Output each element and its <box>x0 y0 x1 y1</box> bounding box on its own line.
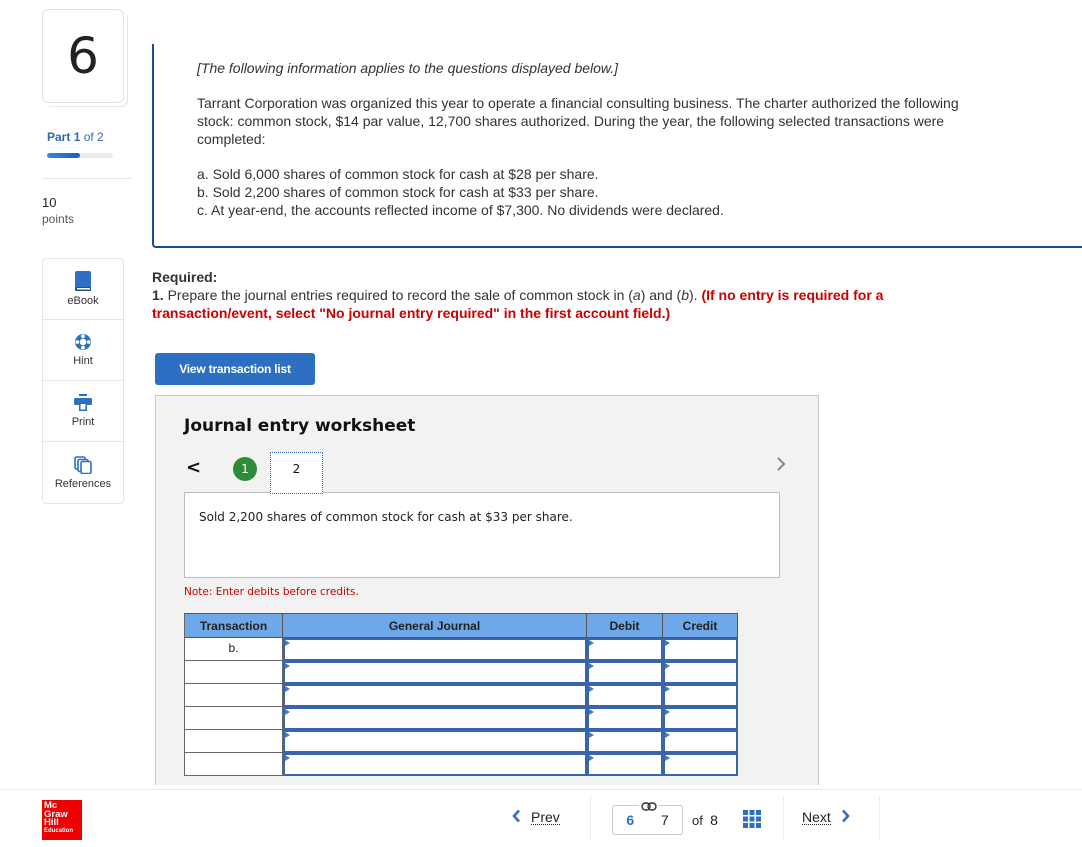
part-progress-fill <box>47 153 80 158</box>
credit-input[interactable] <box>663 730 738 753</box>
required-section: Required: 1. Prepare the journal entries… <box>152 268 992 322</box>
question-number: 6 <box>67 27 99 85</box>
footer-divider <box>0 789 1082 790</box>
points-value: 10 <box>42 195 57 210</box>
table-header-row: Transaction General Journal Debit Credit <box>184 613 738 638</box>
next-page-number: 7 <box>660 812 669 828</box>
link-icon <box>639 798 659 816</box>
transaction-cell <box>184 753 283 776</box>
next-label: Next <box>802 809 831 825</box>
transaction-cell <box>184 707 283 730</box>
question-number-card: 6 <box>42 9 124 103</box>
table-row <box>184 661 738 684</box>
problem-intro: [The following information applies to th… <box>152 44 1082 248</box>
account-input[interactable] <box>283 753 587 776</box>
part-of: of 2 <box>83 130 104 144</box>
general-journal-table: Transaction General Journal Debit Credit… <box>184 613 738 776</box>
col-general-journal: General Journal <box>283 613 587 638</box>
worksheet-title: Journal entry worksheet <box>184 416 416 436</box>
chevron-left-icon <box>512 809 521 826</box>
table-row <box>184 730 738 753</box>
step-1-button[interactable]: 1 <box>233 457 257 481</box>
prev-label: Prev <box>531 809 560 825</box>
hint-button[interactable]: Hint <box>43 320 123 381</box>
transaction-item: a. Sold 6,000 shares of common stock for… <box>197 166 599 182</box>
footer-separator <box>879 796 880 840</box>
required-instruction: 1. Prepare the journal entries required … <box>152 287 884 321</box>
credit-input[interactable] <box>663 661 738 684</box>
chevron-right-icon <box>841 809 850 826</box>
view-transaction-list-button[interactable]: View transaction list <box>155 353 315 385</box>
ebook-button[interactable]: eBook <box>43 259 123 320</box>
transaction-list: a. Sold 6,000 shares of common stock for… <box>197 165 997 219</box>
intro-paragraph: Tarrant Corporation was organized this y… <box>197 95 959 147</box>
chevron-left-icon: < <box>186 457 202 478</box>
debit-credit-note: Note: Enter debits before credits. <box>184 586 359 598</box>
ebook-label: eBook <box>67 295 99 307</box>
account-input[interactable] <box>283 730 587 753</box>
grid-icon[interactable] <box>743 810 761 833</box>
chevron-right-icon <box>776 457 786 476</box>
part-prefix: Part 1 <box>47 130 81 144</box>
points-block: 10 points <box>42 195 74 227</box>
credit-input[interactable] <box>663 753 738 776</box>
transaction-cell: b. <box>184 638 283 661</box>
copies-icon <box>74 455 92 474</box>
print-label: Print <box>71 416 95 428</box>
book-icon <box>74 271 92 291</box>
worksheet-next-button[interactable] <box>776 456 786 477</box>
transaction-item: b. Sold 2,200 shares of common stock for… <box>197 184 599 200</box>
footer-separator <box>590 796 591 840</box>
references-label: References <box>54 477 112 490</box>
transaction-cell <box>184 684 283 707</box>
part-progress-bar <box>47 153 113 158</box>
next-button[interactable]: Next <box>802 809 850 826</box>
tools-panel: eBook Hint Print References <box>42 258 124 504</box>
debit-input[interactable] <box>587 684 663 707</box>
col-debit: Debit <box>587 613 663 638</box>
part-indicator: Part 1 of 2 <box>47 130 104 144</box>
transaction-description: Sold 2,200 shares of common stock for ca… <box>184 492 780 578</box>
table-row <box>184 753 738 776</box>
rail-divider <box>42 178 132 179</box>
debit-input[interactable] <box>587 661 663 684</box>
prev-button[interactable]: Prev <box>512 809 560 826</box>
col-credit: Credit <box>663 613 738 638</box>
page-total: of 8 <box>692 812 718 828</box>
current-page: 6 <box>626 812 635 828</box>
hint-label: Hint <box>73 355 93 367</box>
debit-input[interactable] <box>587 753 663 776</box>
table-row <box>184 684 738 707</box>
points-label: points <box>42 212 75 226</box>
journal-entry-worksheet: Journal entry worksheet < 1 2 Sold 2,200… <box>155 395 819 785</box>
debit-input[interactable] <box>587 707 663 730</box>
step-2-label: 2 <box>292 462 301 476</box>
credit-input[interactable] <box>663 684 738 707</box>
account-input[interactable] <box>283 684 587 707</box>
references-button[interactable]: References <box>43 442 123 503</box>
print-button[interactable]: Print <box>43 381 123 442</box>
credit-input[interactable] <box>663 707 738 730</box>
transaction-cell <box>184 661 283 684</box>
credit-input[interactable] <box>663 638 738 661</box>
mcgraw-hill-logo: Mc Graw Hill Education <box>42 800 82 840</box>
transaction-cell <box>184 730 283 753</box>
intro-note: [The following information applies to th… <box>197 60 619 76</box>
lifebuoy-icon <box>74 333 92 351</box>
col-transaction: Transaction <box>184 613 283 638</box>
account-input[interactable] <box>283 661 587 684</box>
table-row <box>184 707 738 730</box>
printer-icon <box>74 394 92 412</box>
transaction-item: c. At year-end, the accounts reflected i… <box>197 202 724 218</box>
debit-input[interactable] <box>587 638 663 661</box>
footer-separator <box>783 796 784 840</box>
account-input[interactable] <box>283 638 587 661</box>
worksheet-prev-button[interactable]: < <box>186 457 201 478</box>
debit-input[interactable] <box>587 730 663 753</box>
required-title: Required: <box>152 269 218 285</box>
step-2-tab[interactable]: 2 <box>270 452 323 494</box>
account-input[interactable] <box>283 707 587 730</box>
table-row: b. <box>184 638 738 661</box>
